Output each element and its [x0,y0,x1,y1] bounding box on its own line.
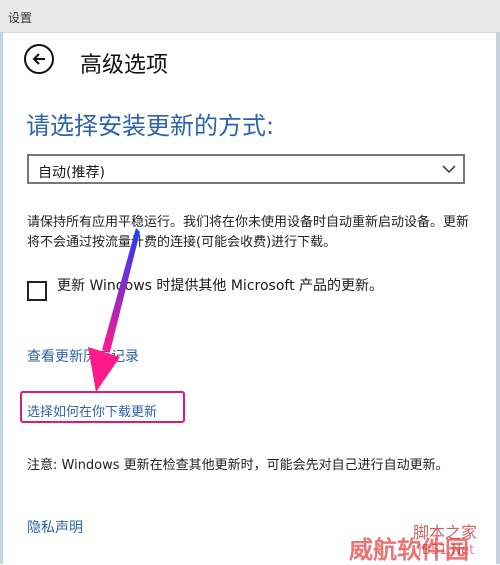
annotation-arrow [88,228,140,392]
watermark-domain: JB51.Net [418,543,475,558]
